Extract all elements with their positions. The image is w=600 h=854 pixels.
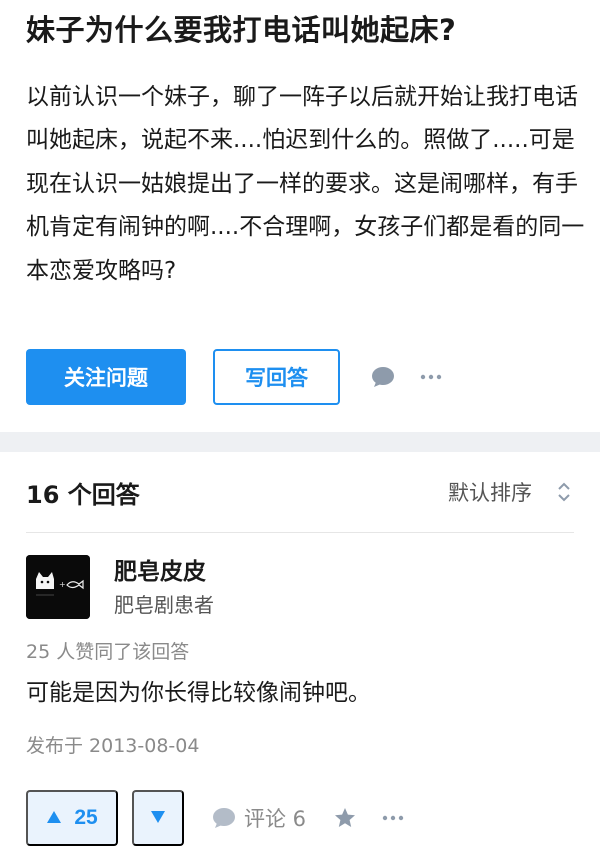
more-icon[interactable] [418, 364, 444, 390]
sort-label: 默认排序 [448, 481, 532, 505]
follow-question-button[interactable]: 关注问题 [26, 349, 186, 405]
author-meta: 肥皂皮皮 肥皂剧患者 [114, 555, 214, 619]
upvote-summary: 25 人赞同了该回答 [26, 641, 190, 663]
sort-selector[interactable]: 默认排序 [448, 477, 574, 507]
question-section: 妹子为什么要我打电话叫她起床? 以前认识一个妹子，聊了一阵子以后就开始让我打电话… [0, 0, 600, 432]
question-actions: 关注问题 写回答 [26, 349, 444, 405]
sort-updown-icon [554, 479, 574, 505]
comment-icon[interactable] [370, 364, 396, 390]
upvote-count: 25 [74, 806, 98, 829]
comments-button[interactable]: 评论 6 [212, 803, 306, 833]
answers-count: 16 个回答 [26, 480, 140, 509]
write-answer-button[interactable]: 写回答 [213, 349, 340, 405]
svg-text:+: + [59, 580, 66, 589]
star-icon[interactable] [332, 806, 358, 830]
publish-date: 发布于 2013-08-04 [26, 735, 200, 757]
answer-actions: 25 评论 6 [26, 790, 404, 846]
header-separator [26, 532, 574, 533]
downvote-button[interactable] [132, 790, 184, 846]
comment-icon [212, 807, 236, 829]
answer-item: + 肥皂皮皮 肥皂剧患者 25 人赞同了该回答 可能是因为你长得比较像闹钟吧。 … [26, 555, 574, 759]
question-title: 妹子为什么要我打电话叫她起床? [26, 13, 457, 47]
question-body: 以前认识一个妹子，聊了一阵子以后就开始让我打电话叫她起床，说起不来....怕迟到… [26, 84, 585, 284]
avatar[interactable]: + [26, 555, 90, 619]
author-bio: 肥皂剧患者 [114, 593, 214, 617]
answer-content[interactable]: 可能是因为你长得比较像闹钟吧。 [26, 677, 574, 709]
more-icon[interactable] [382, 815, 404, 821]
upvote-icon [46, 806, 62, 830]
upvote-button[interactable]: 25 [26, 790, 118, 846]
downvote-icon [150, 810, 166, 827]
answer-author[interactable]: + 肥皂皮皮 肥皂剧患者 [26, 555, 574, 619]
comment-count-label: 评论 6 [244, 807, 307, 831]
author-name[interactable]: 肥皂皮皮 [114, 557, 214, 587]
answers-header: 16 个回答 默认排序 [0, 452, 600, 532]
section-divider [0, 432, 600, 452]
